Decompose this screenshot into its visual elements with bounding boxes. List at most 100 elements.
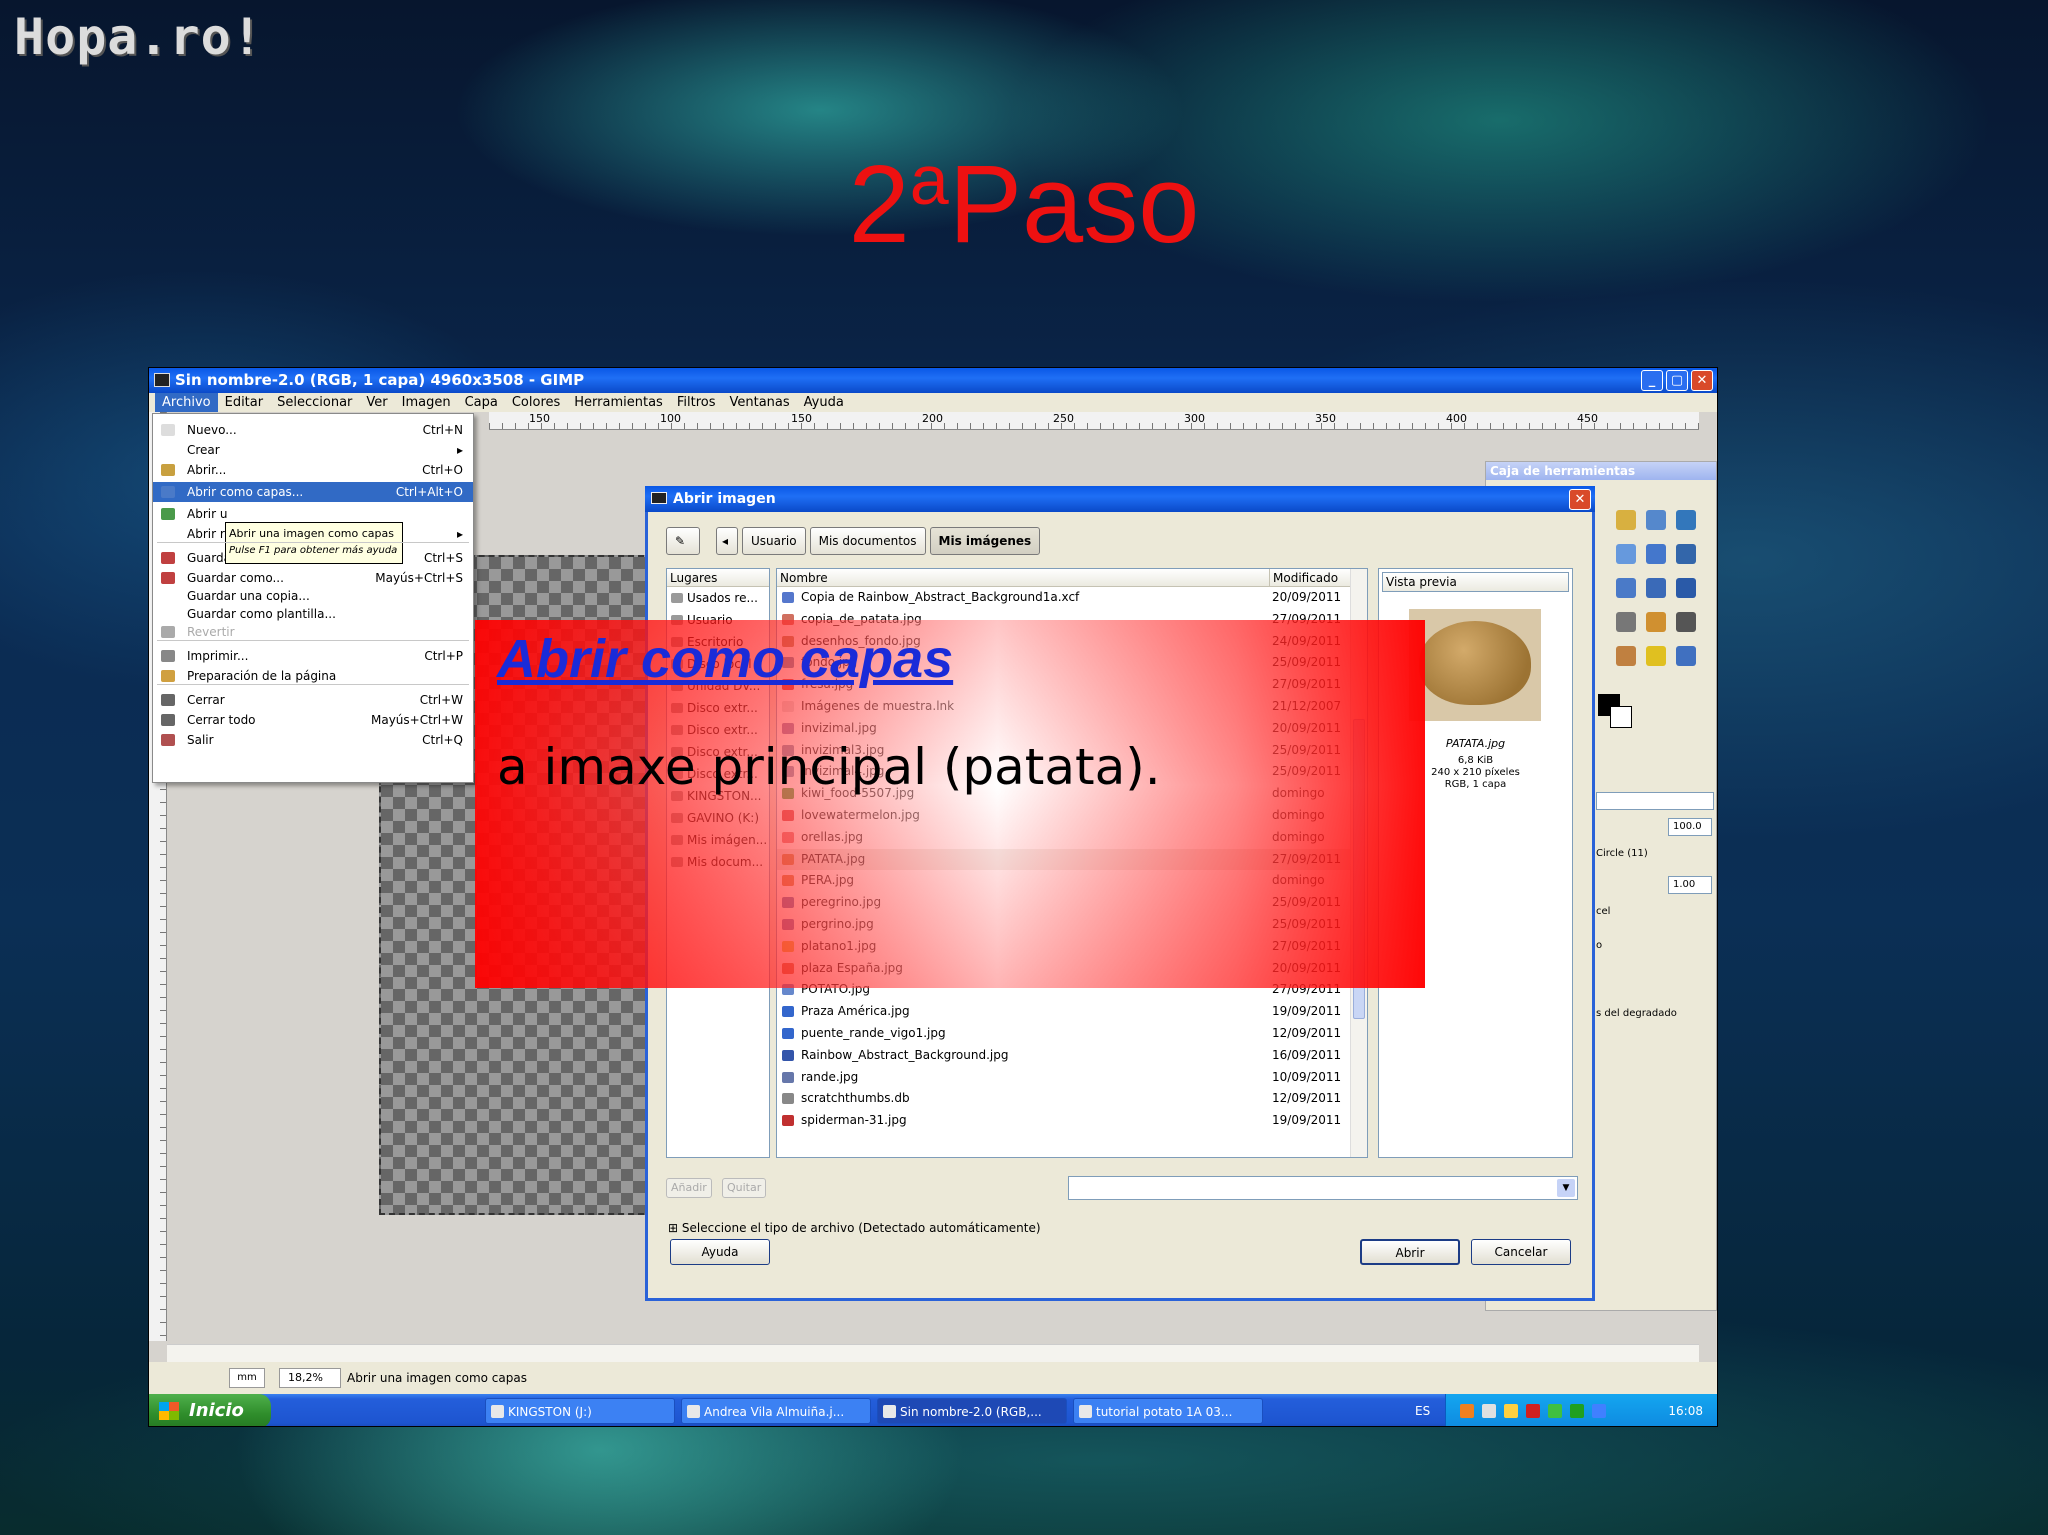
filename-input[interactable]: ▼ xyxy=(1068,1176,1578,1200)
path-imagenes-button[interactable]: Mis imágenes xyxy=(929,527,1041,555)
zoom-selector[interactable]: 18,2% xyxy=(279,1368,341,1388)
menu-filtros[interactable]: Filtros xyxy=(670,393,723,412)
scissors-icon[interactable] xyxy=(1676,510,1696,530)
file-menu-item[interactable]: Salir Ctrl+Q xyxy=(153,730,473,750)
menu-archivo[interactable]: Archivo xyxy=(155,393,218,412)
file-menu-item[interactable]: Cerrar Ctrl+W xyxy=(153,690,473,710)
file-menu-item[interactable]: Crear ▸ xyxy=(153,440,473,460)
file-menu-item[interactable]: Abrir u xyxy=(153,504,473,524)
tray-icon[interactable] xyxy=(1460,1404,1474,1418)
menu-item-shortcut: ▸ xyxy=(456,443,463,457)
ruler-label: 400 xyxy=(1446,412,1467,425)
opacity-field[interactable]: 100.0 xyxy=(1668,818,1712,836)
brush-name: Circle (11) xyxy=(1596,848,1648,859)
modified-column-header[interactable]: Modificado xyxy=(1269,569,1338,587)
file-menu-item[interactable]: Revertir xyxy=(153,622,473,642)
tray-icon[interactable] xyxy=(1570,1404,1584,1418)
dialog-app-icon xyxy=(651,492,667,504)
file-menu-item[interactable]: Guardar como... Mayús+Ctrl+S xyxy=(153,568,473,588)
horizontal-ruler: 150 100 150 200 250 300 350 400 450 xyxy=(489,412,1699,430)
dialog-close-button[interactable]: ✕ xyxy=(1569,489,1591,510)
toolbox-title: Caja de herramientas xyxy=(1486,462,1716,480)
file-menu-item[interactable]: Preparación de la página xyxy=(153,666,473,686)
clone-tool-icon[interactable] xyxy=(1616,646,1636,666)
flip-tool-icon[interactable] xyxy=(1646,578,1666,598)
file-date: 20/09/2011 xyxy=(1272,590,1342,604)
task-andrea[interactable]: Andrea Vila Almuiña.j... xyxy=(681,1398,871,1424)
file-menu-item[interactable]: Abrir como capas... Ctrl+Alt+O xyxy=(153,482,473,502)
file-menu-item[interactable]: Abrir... Ctrl+O xyxy=(153,460,473,480)
zoom-tool-icon[interactable] xyxy=(1616,544,1636,564)
menu-editar[interactable]: Editar xyxy=(218,393,271,412)
path-documentos-button[interactable]: Mis documentos xyxy=(809,527,926,555)
file-row[interactable]: rande.jpg 10/09/2011 xyxy=(777,1067,1350,1089)
pencil-tool-icon[interactable] xyxy=(1616,510,1636,530)
menu-item-label: Nuevo... xyxy=(187,423,237,437)
add-place-button[interactable]: Añadir xyxy=(666,1178,712,1198)
maximize-button[interactable]: ▢ xyxy=(1666,370,1688,391)
help-button[interactable]: Ayuda xyxy=(670,1239,770,1265)
color-picker-icon[interactable] xyxy=(1646,510,1666,530)
tray-icon[interactable] xyxy=(1526,1404,1540,1418)
file-menu-item[interactable]: Cerrar todo Mayús+Ctrl+W xyxy=(153,710,473,730)
callout-heading[interactable]: Abrir como capas xyxy=(497,628,953,690)
file-row[interactable]: puente_rande_vigo1.jpg 12/09/2011 xyxy=(777,1023,1350,1045)
paint-tool-icon[interactable] xyxy=(1676,612,1696,632)
chevron-down-icon[interactable]: ▼ xyxy=(1557,1179,1575,1197)
horizontal-scrollbar[interactable] xyxy=(167,1344,1699,1362)
heal-tool-icon[interactable] xyxy=(1646,646,1666,666)
menu-seleccionar[interactable]: Seleccionar xyxy=(270,393,359,412)
perspective-tool-icon[interactable] xyxy=(1676,578,1696,598)
minimize-button[interactable]: _ xyxy=(1641,370,1663,391)
path-usuario-button[interactable]: Usuario xyxy=(742,527,806,555)
task-kingston[interactable]: KINGSTON (J:) xyxy=(485,1398,675,1424)
move-tool-icon[interactable] xyxy=(1676,544,1696,564)
file-row[interactable]: Praza América.jpg 19/09/2011 xyxy=(777,1001,1350,1023)
menu-imagen[interactable]: Imagen xyxy=(395,393,458,412)
tray-icon[interactable] xyxy=(1504,1404,1518,1418)
background-color-swatch[interactable] xyxy=(1610,706,1632,728)
task-gimp[interactable]: Sin nombre-2.0 (RGB,... xyxy=(877,1398,1067,1424)
file-menu-item[interactable]: Imprimir... Ctrl+P xyxy=(153,646,473,666)
file-row[interactable]: scratchthumbs.db 12/09/2011 xyxy=(777,1088,1350,1110)
language-indicator[interactable]: ES xyxy=(1415,1394,1430,1426)
close-button[interactable]: ✕ xyxy=(1691,370,1713,391)
filetype-label: Seleccione el tipo de archivo (Detectado… xyxy=(681,1221,1041,1235)
task-tutorial[interactable]: tutorial potato 1A 03... xyxy=(1073,1398,1263,1424)
file-menu-item[interactable]: Guardar una copia... xyxy=(153,586,473,606)
tooltip-hint: Pulse F1 para obtener más ayuda xyxy=(229,545,398,556)
menu-capa[interactable]: Capa xyxy=(458,393,505,412)
smudge-tool-icon[interactable] xyxy=(1676,646,1696,666)
unit-selector[interactable]: mm xyxy=(229,1368,265,1388)
remove-place-button[interactable]: Quitar xyxy=(722,1178,767,1198)
file-row[interactable]: Copia de Rainbow_Abstract_Background1a.x… xyxy=(777,587,1350,609)
menu-colores[interactable]: Colores xyxy=(505,393,567,412)
tray-icon[interactable] xyxy=(1548,1404,1562,1418)
menu-ayuda[interactable]: Ayuda xyxy=(797,393,851,412)
site-logo: Hopa.ro! xyxy=(14,8,263,66)
path-back-button[interactable]: ◂ xyxy=(716,527,738,555)
menu-ver[interactable]: Ver xyxy=(359,393,394,412)
scale-field[interactable]: 1.00 xyxy=(1668,876,1712,894)
edit-path-icon[interactable]: ✎ xyxy=(666,527,700,555)
open-button[interactable]: Abrir xyxy=(1360,1239,1460,1265)
toolbox-dropdown[interactable] xyxy=(1596,792,1714,810)
file-menu-item[interactable]: Nuevo... Ctrl+N xyxy=(153,420,473,440)
gradient-tool-icon[interactable] xyxy=(1616,612,1636,632)
menu-herramientas[interactable]: Herramientas xyxy=(567,393,670,412)
menu-ventanas[interactable]: Ventanas xyxy=(722,393,796,412)
crop-tool-icon[interactable] xyxy=(1616,578,1636,598)
name-column-header[interactable]: Nombre xyxy=(780,571,828,585)
file-menu-item[interactable]: Guardar como plantilla... xyxy=(153,604,473,624)
tray-icon[interactable] xyxy=(1482,1404,1496,1418)
menu-bar: Archivo Editar Seleccionar Ver Imagen Capa Col… xyxy=(149,393,1717,412)
cancel-button[interactable]: Cancelar xyxy=(1471,1239,1571,1265)
file-row[interactable]: Rainbow_Abstract_Background.jpg 16/09/201… xyxy=(777,1045,1350,1067)
brush-tool-icon[interactable] xyxy=(1646,612,1666,632)
text-tool-icon[interactable] xyxy=(1646,544,1666,564)
file-name: Rainbow_Abstract_Background.jpg xyxy=(801,1047,1009,1062)
tray-icon[interactable] xyxy=(1592,1404,1606,1418)
file-row[interactable]: spiderman-31.jpg 19/09/2011 xyxy=(777,1110,1350,1132)
start-button[interactable]: Inicio xyxy=(149,1394,271,1426)
place-item[interactable]: Usados re... xyxy=(667,587,769,609)
